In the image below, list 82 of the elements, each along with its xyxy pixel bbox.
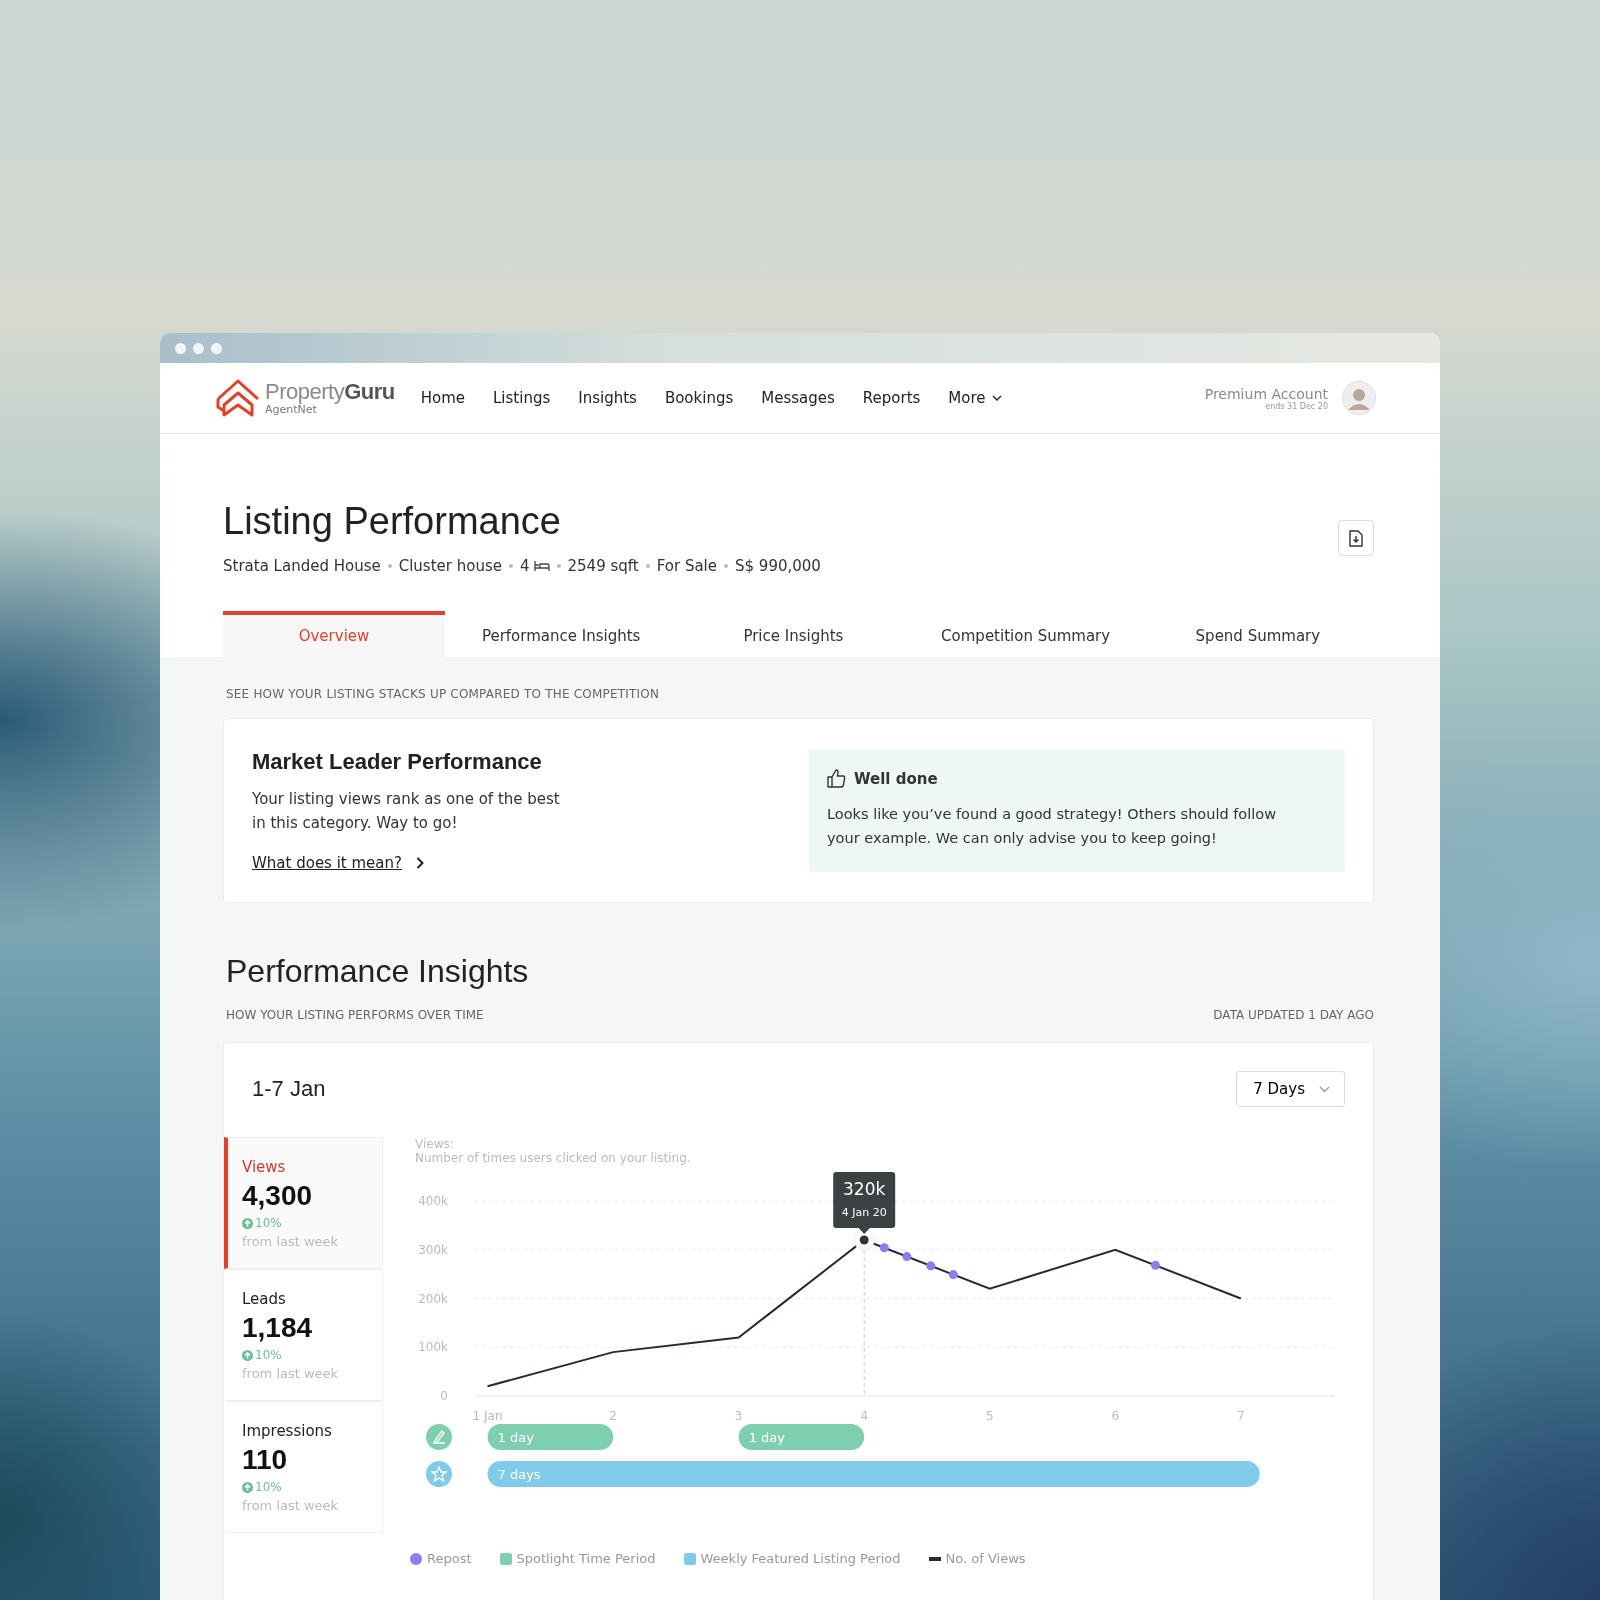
- repost-marker[interactable]: [948, 1270, 958, 1280]
- download-button[interactable]: [1338, 520, 1374, 556]
- y-axis-label: 400k: [418, 1194, 448, 1208]
- separator-dot-icon: [724, 564, 729, 568]
- window-dot-icon[interactable]: [211, 342, 222, 354]
- repost-marker[interactable]: [926, 1261, 936, 1271]
- listing-detail: S$ 990,000: [735, 557, 821, 575]
- card-text: Your listing views rank as one of the best in this category. Way to go!: [252, 789, 561, 834]
- section-caption: SEE HOW YOUR LISTING STACKS UP COMPARED TO THE COMPETITION: [226, 687, 661, 701]
- nav-link[interactable]: Bookings: [664, 385, 734, 411]
- listing-detail: For Sale: [656, 557, 718, 575]
- y-axis-label: 300k: [418, 1242, 448, 1257]
- x-axis-label: 6: [1111, 1409, 1120, 1423]
- listing-detail: 2549 sqft: [567, 557, 639, 575]
- window-dot-icon[interactable]: [193, 342, 204, 354]
- tab[interactable]: Overview: [223, 611, 445, 657]
- nav-link[interactable]: Messages: [761, 385, 835, 411]
- period-bar-label: 7 days: [497, 1467, 541, 1482]
- period-bar-label: 1 day: [497, 1430, 534, 1445]
- separator-dot-icon: [387, 564, 392, 568]
- listing-detail: Cluster house: [398, 557, 502, 575]
- nav-link[interactable]: Home: [420, 385, 465, 411]
- metric-card[interactable]: Impressions 110 10% from last week: [224, 1401, 383, 1533]
- separator-dot-icon: [556, 564, 561, 568]
- chart-description: Number of times users clicked on your listing.: [415, 1151, 692, 1165]
- brand-subtitle: AgentNet: [265, 402, 317, 416]
- page-title: Listing Performance: [223, 500, 562, 543]
- period-bar-label: 1 day: [748, 1430, 785, 1445]
- x-axis-label: 1 Jan: [472, 1409, 503, 1423]
- legend-label: Weekly Featured Listing Period: [700, 1551, 901, 1566]
- arrow-up-circle-icon: [242, 1217, 253, 1229]
- help-link[interactable]: What does it mean?: [252, 854, 424, 872]
- tooltip-date: 4 Jan 20: [841, 1206, 887, 1219]
- listing-detail: 4: [519, 557, 530, 575]
- repost-marker[interactable]: [879, 1243, 889, 1253]
- x-axis-label: 4: [860, 1409, 868, 1423]
- section-subtitle: HOW YOUR LISTING PERFORMS OVER TIME: [226, 1008, 484, 1022]
- arrow-up-circle-icon: [242, 1349, 253, 1361]
- y-axis-label: 100k: [418, 1340, 448, 1355]
- account-expiry: ends 31 Dec 20: [1264, 401, 1328, 411]
- download-file-icon: [1349, 529, 1363, 547]
- tip-title: Well done: [854, 769, 938, 788]
- metric-card[interactable]: Leads 1,184 10% from last week: [224, 1269, 383, 1401]
- thumbs-up-icon: [827, 769, 846, 788]
- nav-link[interactable]: Insights: [578, 385, 637, 411]
- chart-title: Views:: [415, 1137, 455, 1151]
- nav-link[interactable]: Listings: [493, 385, 551, 411]
- legend-label: No. of Views: [945, 1551, 1026, 1566]
- card-title: Market Leader Performance: [252, 749, 543, 775]
- x-axis-label: 7: [1237, 1409, 1245, 1423]
- hover-point[interactable]: [853, 1229, 875, 1251]
- legend-label: Repost: [427, 1551, 472, 1566]
- account-type: Premium Account: [1204, 385, 1328, 402]
- listing-detail: Strata Landed House: [223, 557, 381, 575]
- chart-tooltip: [833, 1172, 896, 1234]
- x-axis-label: 5: [985, 1409, 994, 1423]
- bed-icon: [533, 560, 550, 572]
- nav-link[interactable]: Reports: [862, 385, 921, 411]
- legend-label: Spotlight Time Period: [516, 1551, 656, 1566]
- separator-dot-icon: [645, 564, 650, 568]
- metric-card[interactable]: Views 4,300 10% from last week: [224, 1137, 383, 1269]
- repost-marker[interactable]: [1150, 1260, 1160, 1270]
- arrow-up-circle-icon: [242, 1481, 253, 1493]
- tooltip-value: 320k: [843, 1179, 886, 1199]
- pen-icon: [426, 1424, 452, 1450]
- date-range: 1-7 Jan: [252, 1076, 326, 1102]
- x-axis-label: 3: [734, 1409, 743, 1423]
- chevron-down-icon: [1319, 1085, 1330, 1093]
- tip-text: Looks like you’ve found a good strategy! Others should follow your example. We can only advise you to keep going!: [827, 805, 1278, 848]
- section-title: Performance Insights: [226, 953, 530, 990]
- chevron-right-icon: [416, 857, 424, 869]
- y-axis-label: 200k: [418, 1291, 448, 1306]
- separator-dot-icon: [508, 564, 513, 568]
- x-axis-label: 2: [609, 1409, 617, 1423]
- repost-marker[interactable]: [902, 1252, 912, 1262]
- nav-link[interactable]: More: [948, 385, 1002, 411]
- brand-name: PropertyGuru: [265, 380, 395, 403]
- period-dropdown[interactable]: 7 Days: [1236, 1071, 1345, 1107]
- chevron-down-icon: [991, 395, 1002, 401]
- y-axis-label: 0: [440, 1389, 448, 1403]
- data-updated-note: DATA UPDATED 1 DAY AGO: [1213, 1008, 1374, 1022]
- window-dot-icon[interactable]: [175, 342, 186, 354]
